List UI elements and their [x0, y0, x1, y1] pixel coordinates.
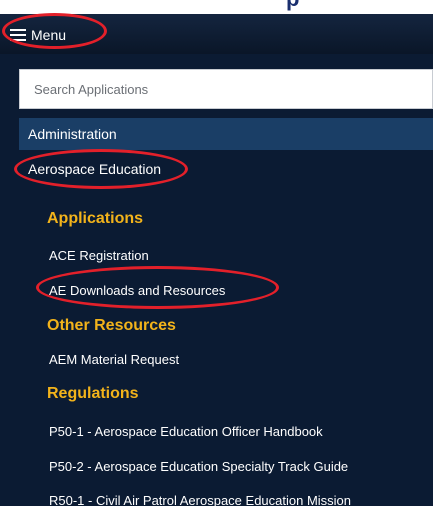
menu-button[interactable]: Menu [10, 24, 66, 46]
page-header-fragment: p [0, 0, 433, 14]
link-p50-2-track-guide[interactable]: P50-2 - Aerospace Education Specialty Tr… [49, 459, 348, 474]
hamburger-icon [10, 29, 26, 41]
search-input[interactable] [20, 70, 432, 108]
link-aem-material-request[interactable]: AEM Material Request [49, 352, 179, 367]
nav-item-administration[interactable]: Administration [19, 118, 433, 150]
link-ace-registration[interactable]: ACE Registration [49, 248, 149, 263]
search-box [19, 69, 433, 109]
link-p50-1-handbook[interactable]: P50-1 - Aerospace Education Officer Hand… [49, 424, 323, 439]
navigation-panel: Administration Aerospace Education Appli… [0, 54, 433, 508]
menu-button-label: Menu [31, 27, 67, 43]
cropped-heading-fragment: p [286, 0, 299, 12]
section-heading-regulations: Regulations [47, 385, 139, 402]
top-menu-bar: Menu [0, 14, 433, 54]
section-heading-applications: Applications [47, 210, 144, 227]
nav-item-aerospace-education[interactable]: Aerospace Education [19, 152, 433, 186]
section-heading-other-resources: Other Resources [47, 317, 176, 334]
link-ae-downloads-and-resources[interactable]: AE Downloads and Resources [49, 283, 225, 298]
